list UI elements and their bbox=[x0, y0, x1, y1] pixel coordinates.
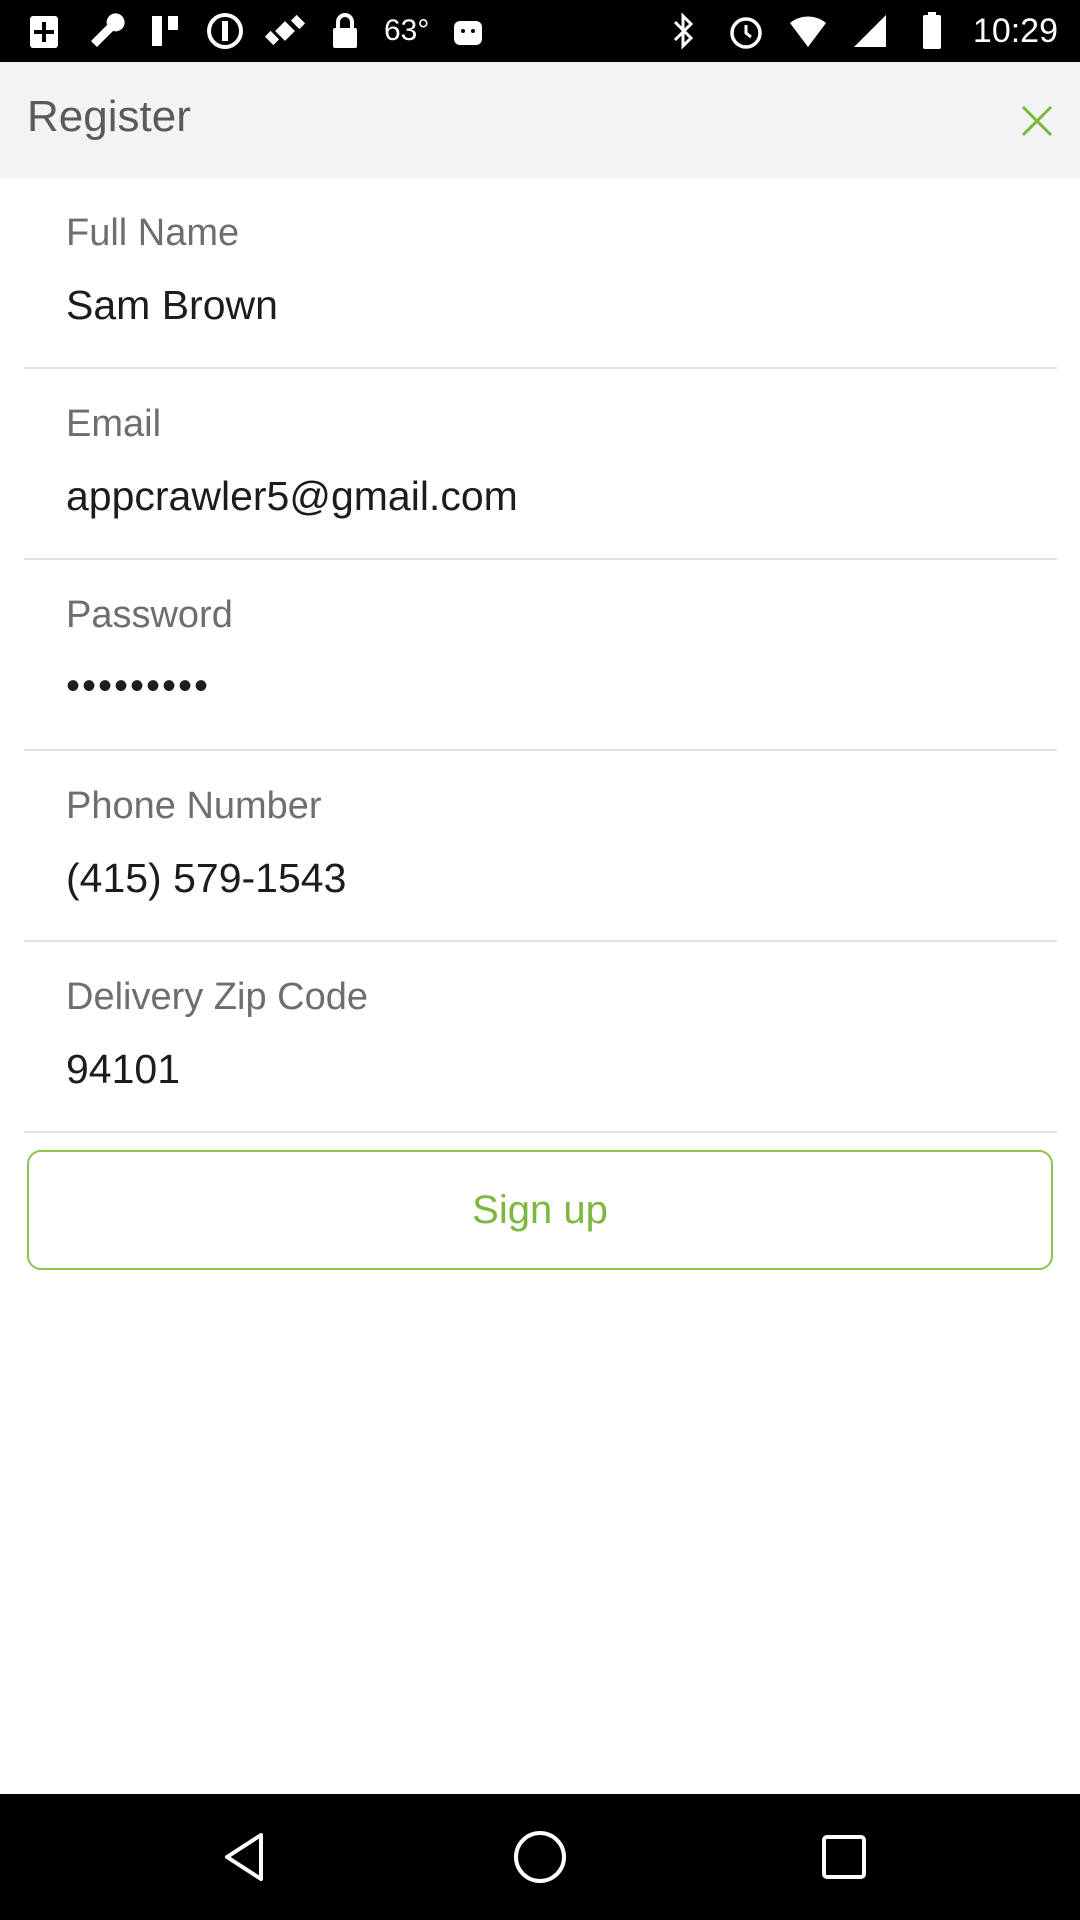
back-icon[interactable] bbox=[221, 1831, 267, 1883]
clock-time: 10:29 bbox=[972, 11, 1058, 50]
zip-code-field[interactable]: Delivery Zip Code 94101 bbox=[24, 942, 1057, 1133]
navigation-bar bbox=[0, 1794, 1080, 1920]
password-input[interactable]: ••••••••• bbox=[66, 664, 966, 709]
email-label: Email bbox=[66, 403, 162, 445]
close-icon[interactable] bbox=[1020, 104, 1054, 138]
recents-icon[interactable] bbox=[821, 1834, 867, 1880]
temperature-text: 63° bbox=[384, 14, 430, 47]
full-name-label: Full Name bbox=[66, 212, 240, 254]
satellite-fake-icon bbox=[264, 10, 306, 52]
full-name-input[interactable]: Sam Brown bbox=[66, 282, 966, 329]
phone-number-label: Phone Number bbox=[66, 785, 322, 827]
zip-code-input[interactable]: 94101 bbox=[66, 1046, 966, 1093]
wifi-icon bbox=[787, 10, 829, 52]
phone-number-field[interactable]: Phone Number (415) 579-1543 bbox=[24, 751, 1057, 942]
status-bar: 63° 10:29 bbox=[0, 0, 1080, 62]
recents-button[interactable] bbox=[810, 1823, 878, 1891]
page-title: Register bbox=[27, 92, 191, 141]
phone-number-input[interactable]: (415) 579-1543 bbox=[66, 855, 966, 902]
close-button[interactable] bbox=[1010, 94, 1064, 148]
home-button[interactable] bbox=[506, 1823, 574, 1891]
register-form: Full Name Sam Brown Email appcrawler5@gm… bbox=[0, 178, 1080, 1133]
wrench-icon bbox=[84, 10, 126, 52]
sign-up-button[interactable]: Sign up bbox=[27, 1150, 1053, 1270]
password-field[interactable]: Password ••••••••• bbox=[24, 560, 1057, 751]
zip-code-label: Delivery Zip Code bbox=[66, 976, 368, 1018]
email-input[interactable]: appcrawler5@gmail.com bbox=[66, 473, 966, 520]
circle-icon bbox=[204, 10, 246, 52]
home-icon[interactable] bbox=[512, 1829, 568, 1885]
add-box-icon bbox=[24, 10, 66, 52]
battery-icon bbox=[911, 10, 953, 52]
bluetooth-icon bbox=[663, 10, 705, 52]
android-icon bbox=[447, 10, 489, 52]
email-field[interactable]: Email appcrawler5@gmail.com bbox=[24, 369, 1057, 560]
status-left-icons: 63° bbox=[24, 8, 489, 54]
app-header: Register bbox=[0, 62, 1080, 178]
status-right-icons: 10:29 bbox=[663, 8, 1058, 54]
password-label: Password bbox=[66, 594, 233, 636]
alarm-icon bbox=[725, 10, 767, 52]
full-name-field[interactable]: Full Name Sam Brown bbox=[24, 178, 1057, 369]
back-button[interactable] bbox=[210, 1823, 278, 1891]
pause-icon bbox=[144, 10, 186, 52]
lock-icon bbox=[324, 10, 366, 52]
cellular-icon bbox=[849, 10, 891, 52]
